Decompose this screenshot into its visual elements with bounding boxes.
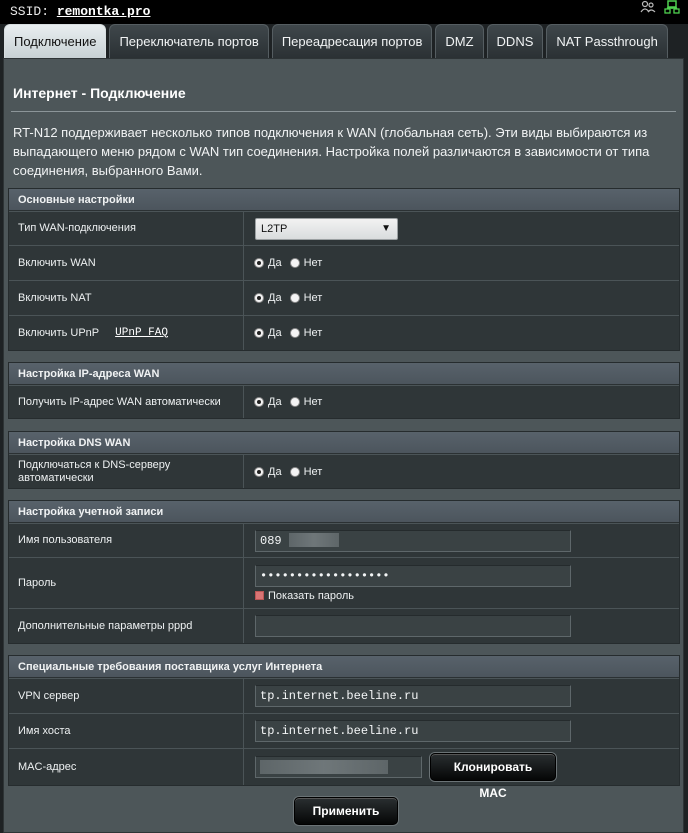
enable-upnp-yes-radio[interactable]: [254, 328, 264, 338]
radio-yes-label: Да: [268, 257, 282, 269]
wan-ip-section: Настройка IP-адреса WAN Получить IP-адре…: [8, 362, 680, 419]
auto-ip-no-radio[interactable]: [289, 397, 300, 407]
wan-dns-section: Настройка DNS WAN Подключаться к DNS-сер…: [8, 431, 680, 489]
tab-bar: Подключение Переключатель портов Переадр…: [4, 24, 668, 58]
radio-no-label: Нет: [303, 292, 323, 304]
enable-wan-yes-radio[interactable]: [254, 258, 264, 268]
account-section: Настройка учетной записи Имя пользовател…: [8, 500, 680, 644]
radio-no-label: Нет: [303, 396, 323, 408]
tab-port-forwarding[interactable]: Переадресация портов: [271, 24, 433, 58]
pppd-row: Дополнительные параметры pppd: [9, 608, 679, 643]
enable-nat-label: Включить NAT: [9, 281, 244, 315]
wan-type-row: Тип WAN-подключения L2TP ▼: [9, 211, 679, 245]
radio-yes-label: Да: [268, 465, 282, 478]
show-password-checkbox[interactable]: [255, 591, 264, 601]
auto-ip-row: Получить IP-адрес WAN автоматически Да Н…: [9, 385, 679, 418]
radio-yes-label: Да: [268, 327, 282, 339]
tab-port-switch[interactable]: Переключатель портов: [109, 24, 269, 58]
username-value: 089: [260, 533, 282, 548]
password-label: Пароль: [9, 558, 244, 608]
enable-upnp-label: Включить UPnP: [18, 326, 100, 339]
auto-dns-no-radio[interactable]: [289, 466, 300, 477]
ssid-value[interactable]: remontka.pro: [57, 4, 151, 19]
redacted-mac: [260, 759, 388, 774]
section-header: Специальные требования поставщика услуг …: [9, 656, 679, 678]
enable-wan-no-radio[interactable]: [289, 258, 300, 268]
hostname-row: Имя хоста tp.internet.beeline.ru: [9, 713, 679, 748]
enable-nat-no-radio[interactable]: [289, 293, 300, 303]
tab-connection[interactable]: Подключение: [4, 24, 107, 58]
radio-yes-label: Да: [268, 292, 282, 304]
network-status-icon[interactable]: [664, 0, 680, 14]
username-row: Имя пользователя 089: [9, 523, 679, 557]
enable-upnp-cell: Включить UPnP UPnP FAQ: [9, 316, 244, 350]
enable-wan-row: Включить WAN Да Нет: [9, 245, 679, 280]
redacted-username: [288, 533, 339, 548]
enable-upnp-no-radio[interactable]: [289, 328, 300, 338]
isp-requirements-section: Специальные требования поставщика услуг …: [8, 655, 680, 800]
hostname-input[interactable]: tp.internet.beeline.ru: [255, 720, 571, 742]
page-title: Интернет - Подключение: [13, 85, 186, 101]
password-input[interactable]: ••••••••••••••••••: [255, 564, 571, 587]
hostname-label: Имя хоста: [9, 714, 244, 748]
tab-ddns[interactable]: DDNS: [486, 24, 544, 58]
tab-dmz[interactable]: DMZ: [435, 24, 484, 58]
vpn-server-row: VPN сервер tp.internet.beeline.ru: [9, 678, 679, 713]
page-description: RT-N12 поддерживает несколько типов подк…: [13, 125, 650, 178]
upnp-faq-link[interactable]: UPnP FAQ: [115, 327, 168, 340]
enable-nat-yes-radio[interactable]: [254, 293, 264, 303]
main-panel: Интернет - Подключение RT-N12 поддержива…: [3, 58, 684, 833]
tab-nat-passthrough[interactable]: NAT Passthrough: [546, 24, 668, 58]
dropdown-arrow-icon: ▼: [381, 222, 391, 234]
mac-address-input[interactable]: [255, 756, 422, 778]
enable-nat-row: Включить NAT Да Нет: [9, 280, 679, 315]
pppd-input[interactable]: [255, 615, 571, 637]
password-row: Пароль •••••••••••••••••• Показать парол…: [9, 557, 679, 608]
section-header: Настройка DNS WAN: [9, 432, 679, 454]
top-bar: SSID: remontka.pro: [0, 0, 688, 24]
users-icon[interactable]: [640, 0, 656, 14]
vpn-server-label: VPN сервер: [9, 679, 244, 713]
pppd-label: Дополнительные параметры pppd: [9, 609, 244, 643]
basic-settings-section: Основные настройки Тип WAN-подключения L…: [8, 188, 680, 351]
section-header: Настройка учетной записи: [9, 501, 679, 523]
mac-address-label: MAC-адрес: [9, 749, 244, 785]
title-divider: [11, 111, 676, 112]
apply-button[interactable]: Применить: [294, 797, 398, 825]
username-input[interactable]: 089: [255, 529, 571, 552]
show-password-label: Показать пароль: [268, 589, 355, 602]
clone-mac-button[interactable]: Клонировать MAC: [430, 753, 556, 800]
wan-type-select[interactable]: L2TP ▼: [255, 217, 398, 240]
auto-ip-label: Получить IP-адрес WAN автоматически: [9, 386, 244, 418]
radio-yes-label: Да: [268, 396, 282, 408]
radio-no-label: Нет: [303, 327, 323, 339]
section-header: Основные настройки: [9, 189, 679, 211]
enable-upnp-row: Включить UPnP UPnP FAQ Да Нет: [9, 315, 679, 350]
ssid-display: SSID: remontka.pro: [10, 4, 150, 19]
auto-dns-yes-radio[interactable]: [254, 466, 264, 477]
ssid-label: SSID:: [10, 4, 50, 19]
section-header: Настройка IP-адреса WAN: [9, 363, 679, 385]
vpn-server-input[interactable]: tp.internet.beeline.ru: [255, 685, 571, 707]
wan-type-label: Тип WAN-подключения: [9, 212, 244, 245]
enable-wan-label: Включить WAN: [9, 246, 244, 280]
radio-no-label: Нет: [303, 257, 323, 269]
auto-ip-yes-radio[interactable]: [254, 397, 264, 407]
username-label: Имя пользователя: [9, 524, 244, 557]
radio-no-label: Нет: [303, 465, 323, 478]
auto-dns-row: Подключаться к DNS-серверу автоматически…: [9, 454, 679, 488]
auto-dns-label: Подключаться к DNS-серверу автоматически: [9, 455, 244, 488]
wan-type-value: L2TP: [261, 222, 288, 235]
mac-address-row: MAC-адрес Клонировать MAC: [9, 748, 679, 800]
